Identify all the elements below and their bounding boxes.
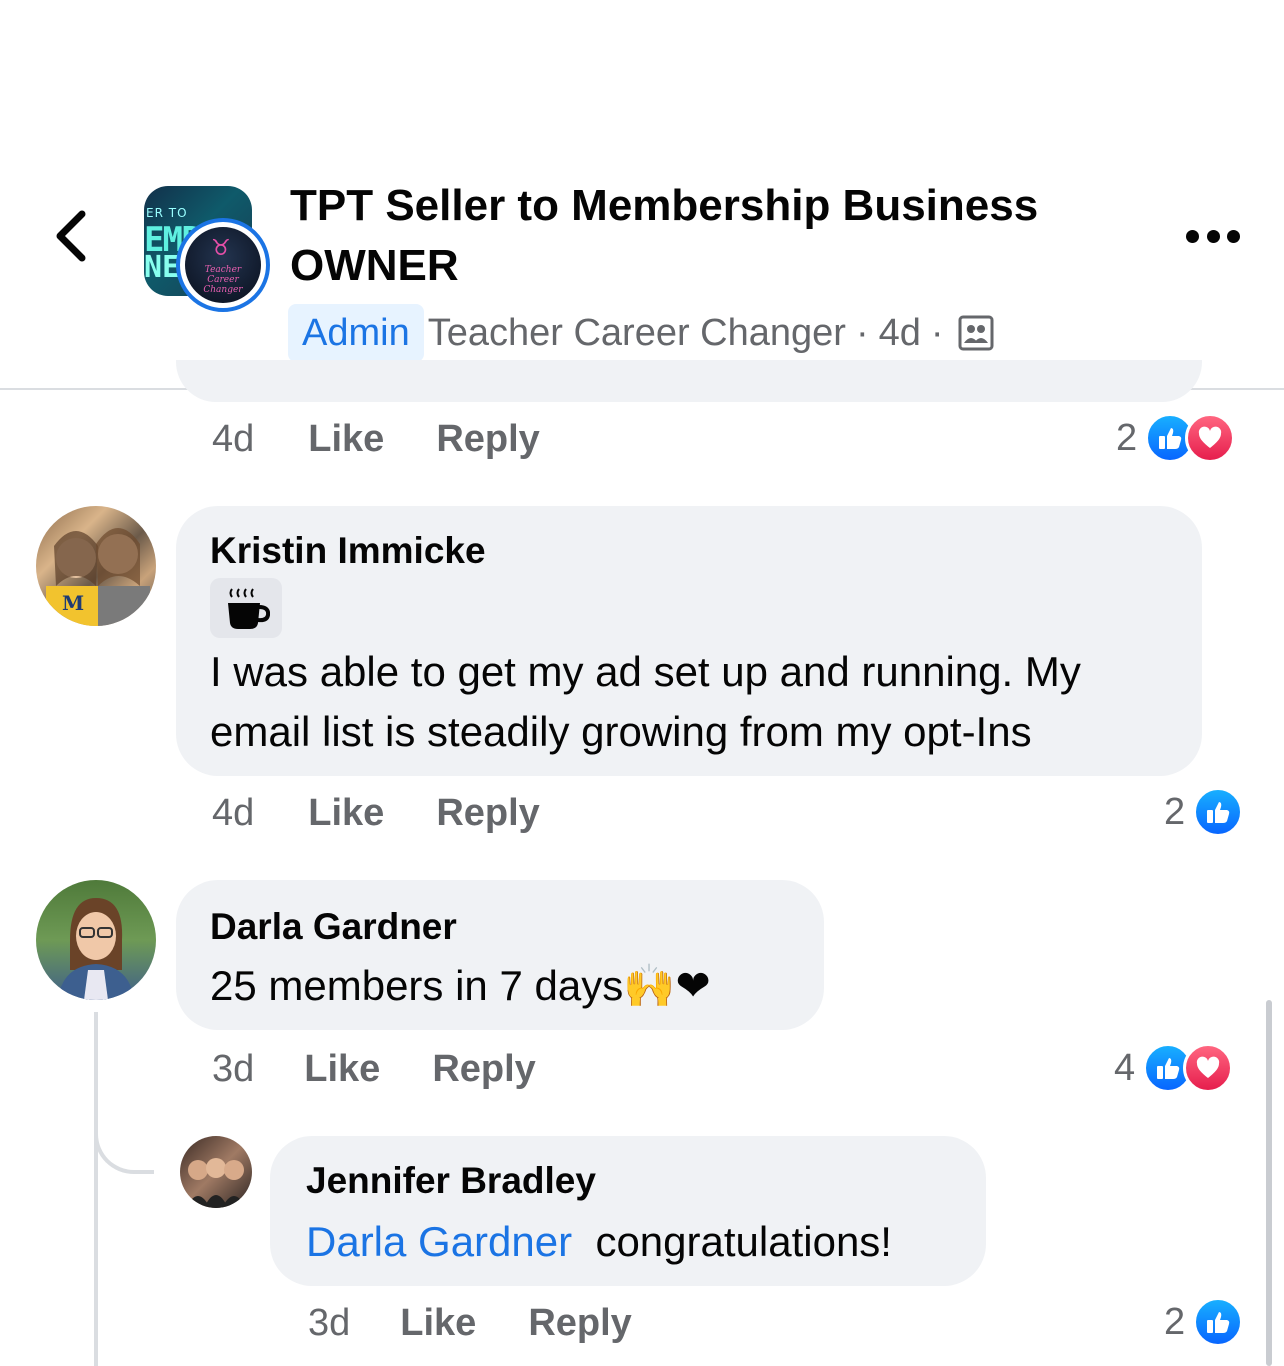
reaction-summary[interactable]: 2 [1164, 786, 1244, 838]
back-arrow-icon[interactable] [48, 204, 96, 268]
group-avatar-text: ER TO [146, 206, 188, 220]
mention-link[interactable]: Darla Gardner [306, 1218, 572, 1265]
comment-time[interactable]: 3d [308, 1302, 350, 1345]
comment-actions: 3d Like Reply [308, 1298, 684, 1348]
reaction-summary[interactable]: 2 [1164, 1296, 1244, 1348]
reaction-count: 2 [1116, 416, 1138, 459]
comment-text-line: email list is steadily growing from my o… [210, 708, 1032, 755]
admin-badge: Admin [288, 304, 424, 362]
post-header: ER TO EMPI NE ♉ Teacher Career Changer T… [0, 0, 1284, 390]
comment-author[interactable]: Jennifer Bradley [306, 1160, 596, 1202]
like-button[interactable]: Like [304, 1048, 380, 1091]
emoji-text: 🙌❤ [623, 961, 711, 1010]
reaction-count: 2 [1164, 1300, 1186, 1343]
comment-text: Darla Gardner congratulations! [306, 1212, 892, 1272]
admin-avatar-caption: Teacher Career Changer [203, 265, 243, 295]
reaction-summary[interactable]: 2 [1116, 412, 1236, 464]
comment-text: I was able to get my ad set up and runni… [210, 642, 1081, 762]
comment-actions: 4d Like Reply [212, 788, 592, 838]
svg-text:M: M [62, 591, 84, 615]
comment-time[interactable]: 4d [212, 418, 254, 461]
reaction-summary[interactable]: 4 [1114, 1042, 1234, 1094]
reply-thread-curve [94, 1120, 154, 1174]
scrollbar[interactable] [1266, 1000, 1272, 1366]
admin-avatar[interactable]: ♉ Teacher Career Changer [176, 218, 270, 312]
post-meta: Admin Teacher Career Changer · 4d · [288, 304, 994, 362]
like-reaction-icon [1193, 787, 1244, 837]
comment-text-line: I was able to get my ad set up and runni… [210, 648, 1081, 695]
more-options-icon[interactable] [1186, 218, 1240, 254]
comment-author[interactable]: Darla Gardner [210, 906, 457, 948]
comment-text: 25 members in 7 days🙌❤ [210, 956, 711, 1016]
comment-time[interactable]: 3d [212, 1048, 254, 1091]
group-privacy-icon [958, 315, 994, 351]
post-time[interactable]: 4d [879, 312, 921, 355]
like-button[interactable]: Like [308, 418, 384, 461]
avatar[interactable]: M [36, 506, 156, 626]
reply-button[interactable]: Reply [436, 418, 539, 461]
reply-button[interactable]: Reply [436, 792, 539, 835]
love-reaction-icon [1185, 413, 1236, 463]
reply-thread-line [94, 1012, 98, 1366]
like-reaction-icon [1193, 1297, 1244, 1347]
reaction-count: 2 [1164, 790, 1186, 833]
post-author[interactable]: Teacher Career Changer [428, 312, 846, 355]
reaction-count: 4 [1114, 1046, 1136, 1089]
like-button[interactable]: Like [308, 792, 384, 835]
love-reaction-icon [1183, 1043, 1234, 1093]
group-avatar-text: NE [144, 250, 181, 285]
comment-text-content: 25 members in 7 days [210, 962, 624, 1009]
reply-button[interactable]: Reply [432, 1048, 535, 1091]
coffee-sticker [210, 578, 282, 638]
avatar[interactable] [36, 880, 156, 1000]
coffee-cup-icon [228, 588, 270, 629]
comment-time[interactable]: 4d [212, 792, 254, 835]
separator-dot: · [855, 311, 869, 354]
like-button[interactable]: Like [400, 1302, 476, 1345]
comment-actions: 4d Like Reply [212, 414, 592, 464]
comment-text-content: congratulations! [595, 1218, 892, 1265]
comment-bubble [176, 360, 1202, 402]
avatar[interactable] [180, 1136, 252, 1208]
bunny-logo-icon: ♉ [211, 235, 231, 260]
reply-button[interactable]: Reply [528, 1302, 631, 1345]
comment-actions: 3d Like Reply [212, 1044, 588, 1094]
group-title[interactable]: TPT Seller to Membership Business OWNER [290, 176, 1110, 296]
separator-dot: · [930, 311, 944, 354]
comment-author[interactable]: Kristin Immicke [210, 530, 486, 572]
